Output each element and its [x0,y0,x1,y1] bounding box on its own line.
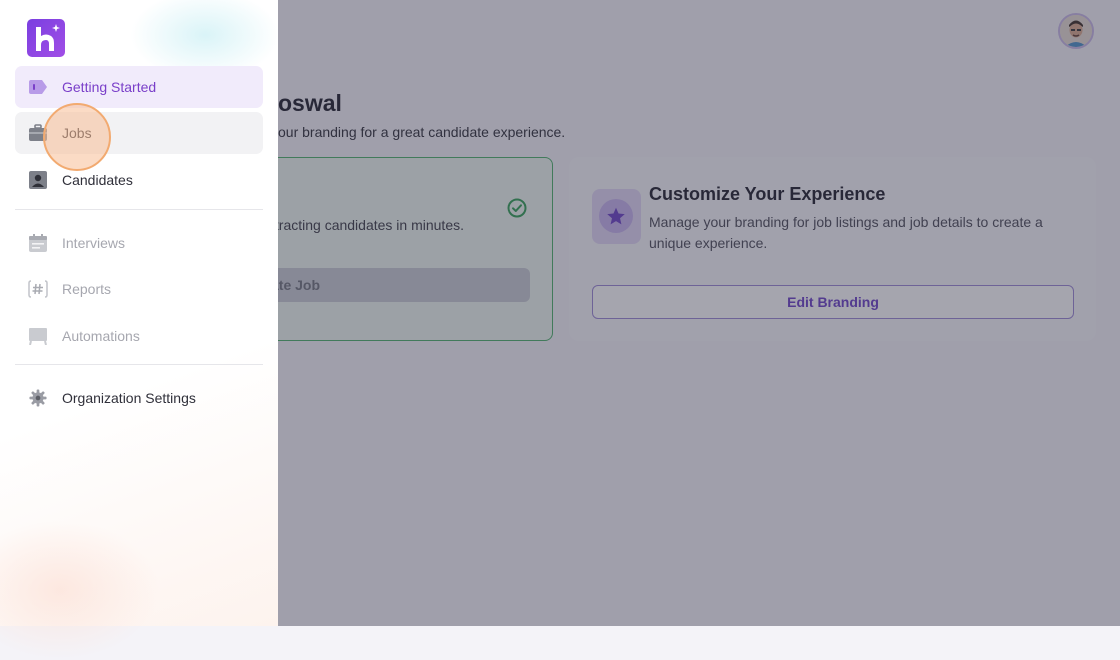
user-card-icon [29,171,47,189]
app-logo[interactable] [27,19,65,57]
sidebar-divider [15,364,263,365]
sidebar-item-automations[interactable]: Automations [15,315,263,357]
sidebar-item-label: Candidates [62,172,133,188]
sidebar-item-candidates[interactable]: Candidates [15,159,263,201]
sidebar-item-label: Interviews [62,235,126,251]
sidebar-item-label: Getting Started [62,79,157,95]
h-logo-icon [36,24,60,51]
hash-icon [28,280,48,298]
sidebar-item-jobs[interactable]: Jobs [15,112,263,154]
sidebar-item-organization-settings[interactable]: Organization Settings [15,377,263,419]
tag-icon [29,80,47,94]
sidebar-item-interviews[interactable]: Interviews [15,222,263,264]
sidebar-item-label: Organization Settings [62,390,196,406]
calendar-icon [29,234,47,252]
sidebar-item-label: Reports [62,281,112,297]
sidebar-drawer: Getting Started Jobs Candidates Intervie [0,0,280,660]
sidebar-item-reports[interactable]: Reports [15,268,263,310]
sidebar-divider [15,209,263,210]
briefcase-icon [29,124,47,141]
sidebar-item-label: Automations [62,328,140,344]
presentation-icon [29,328,47,345]
sidebar-item-label: Jobs [62,125,92,141]
gear-icon [29,389,47,407]
sidebar-item-getting-started[interactable]: Getting Started [15,66,263,108]
